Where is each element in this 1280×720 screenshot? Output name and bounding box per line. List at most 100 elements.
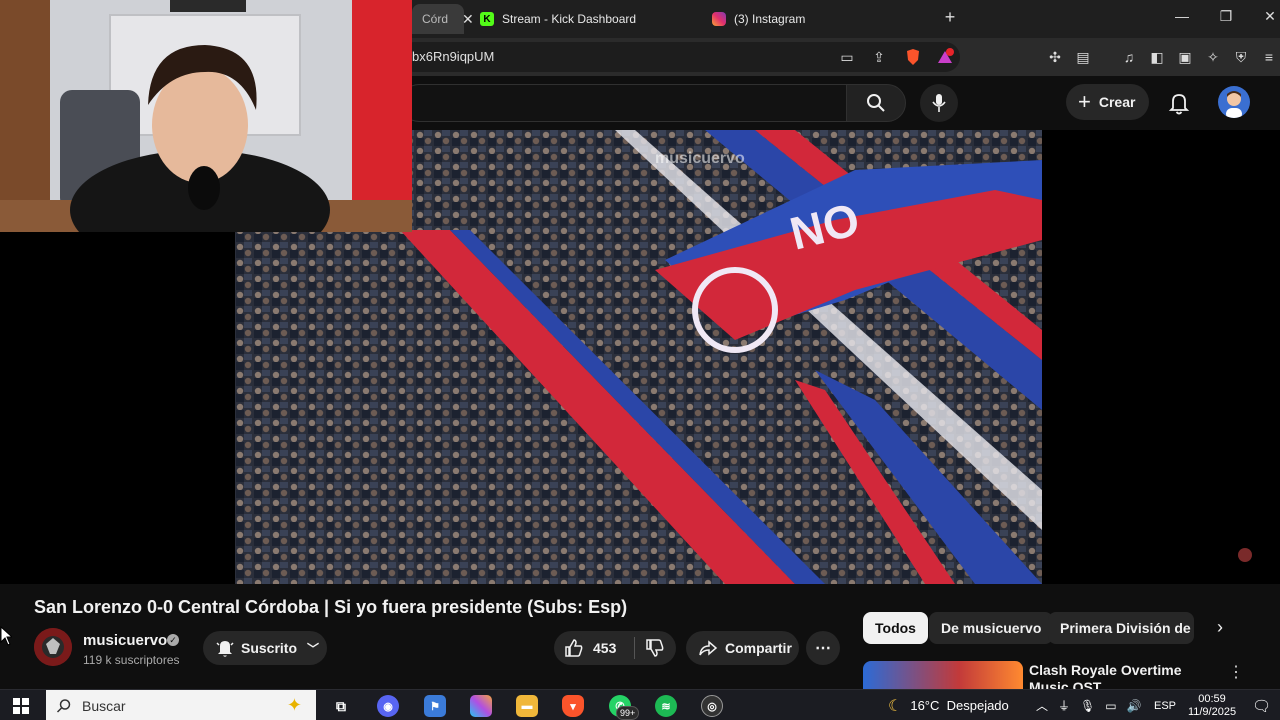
discord-icon[interactable]: ◉ (377, 695, 399, 717)
obs-icon[interactable]: ◎ (701, 695, 723, 717)
sidebar-icon[interactable]: ◧ (1148, 48, 1166, 66)
clock-time: 00:59 (1198, 693, 1226, 705)
like-count: 453 (593, 640, 617, 656)
recommendation-title[interactable]: Clash Royale Overtime Music OST (1029, 662, 1219, 690)
tab-label: Stream - Kick Dashboard (502, 12, 637, 26)
channel-avatar[interactable] (34, 628, 72, 666)
plus-icon: + (1078, 89, 1091, 114)
share-button[interactable]: Compartir (686, 631, 799, 665)
search-input[interactable] (400, 84, 846, 122)
close-window-icon[interactable]: ✕ (1260, 8, 1280, 25)
extensions-icon[interactable]: ✣ (1046, 48, 1064, 66)
volume-icon: 🔊 (1126, 698, 1142, 713)
video-title: San Lorenzo 0-0 Central Córdoba | Si yo … (34, 597, 628, 617)
file-explorer-icon[interactable]: ▬ (516, 695, 538, 717)
reader-icon[interactable]: ▤ (1074, 48, 1092, 66)
menu-icon[interactable]: ≡ (1260, 48, 1278, 66)
player-logo-icon[interactable] (1238, 548, 1252, 562)
url-text: bx6Rn9iqpUM (412, 49, 495, 64)
moon-icon: ☾ (888, 697, 903, 715)
create-button[interactable]: + Crear (1066, 84, 1150, 120)
chevron-down-icon: ﹀ (307, 641, 320, 656)
chip-de-musicuervo[interactable]: De musicuervo (929, 612, 1054, 644)
kick-icon: K (480, 12, 494, 26)
spotify-icon[interactable]: ≋ (655, 695, 677, 717)
webcam-scene (0, 0, 412, 232)
windows-start-icon[interactable] (13, 698, 29, 719)
subscribed-button[interactable]: Suscrito ﹀ (203, 631, 327, 665)
cast-icon[interactable]: ▭ (838, 48, 856, 66)
clock[interactable]: 00:59 11/9/2025 (1186, 693, 1238, 719)
network-icon: ▭ (1105, 698, 1117, 713)
more-vertical-icon[interactable]: ⋮ (1228, 662, 1244, 682)
music-icon[interactable]: ♫ (1120, 48, 1138, 66)
like-dislike-group: 453 (554, 631, 676, 665)
share-page-icon[interactable]: ⇪ (870, 48, 888, 66)
input-language[interactable]: ESP (1154, 690, 1176, 720)
search-button[interactable] (846, 84, 906, 122)
tab-instagram[interactable]: (3) Instagram (712, 4, 805, 34)
clock-date: 11/9/2025 (1187, 706, 1237, 718)
notifications-button[interactable] (1166, 90, 1192, 116)
channel-watermark: musicuervo (655, 150, 745, 167)
account-avatar[interactable] (1218, 86, 1250, 118)
thumbs-up-icon (565, 639, 583, 657)
brave-browser-icon[interactable]: ▾ (562, 695, 584, 717)
vpn-icon[interactable]: ⛨ (1232, 48, 1250, 66)
microphone-tray-icon: 🎙 (1080, 698, 1096, 713)
copilot-icon[interactable] (470, 695, 492, 717)
new-tab-button[interactable]: + (940, 7, 960, 28)
weather-text: 16°C Despejado (910, 698, 1009, 713)
share-label: Compartir (725, 640, 792, 656)
chevron-right-icon[interactable]: › (1210, 617, 1230, 641)
chevron-up-icon: ︿ (1036, 699, 1049, 713)
close-tab-icon[interactable]: ✕ (462, 11, 474, 28)
subscribed-label: Suscrito (241, 640, 298, 656)
task-view-icon[interactable]: ⧉ (330, 695, 352, 717)
wallet-icon[interactable]: ▣ (1176, 48, 1194, 66)
chip-todos[interactable]: Todos (863, 612, 928, 644)
game-app-icon[interactable]: ⚑ (424, 695, 446, 717)
verified-check-icon: ✓ (167, 634, 179, 646)
leo-ai-icon[interactable]: ✧ (1204, 48, 1222, 66)
chip-primera-division[interactable]: Primera División de Ar (1048, 612, 1194, 644)
thumbs-down-icon (646, 639, 664, 657)
dislike-button[interactable] (635, 638, 675, 658)
instagram-icon (712, 12, 726, 26)
recommendation-thumbnail[interactable] (863, 661, 1023, 689)
channel-name[interactable]: musicuervo (83, 632, 167, 649)
tab-label: Córd (422, 12, 449, 26)
more-horizontal-icon: ⋯ (815, 640, 831, 657)
notification-center-icon[interactable]: 🗨 (1252, 697, 1271, 715)
screen: Córd ✕ K Stream - Kick Dashboard (3) Ins… (0, 0, 1280, 720)
brave-shield-icon[interactable] (904, 48, 922, 66)
microphone-icon (932, 94, 946, 112)
webcam-overlay (0, 0, 412, 232)
chip-label: De musicuervo (941, 620, 1042, 636)
minimize-icon[interactable]: — (1172, 8, 1192, 24)
chip-label: Primera División de Ar (1060, 620, 1194, 636)
weather-widget[interactable]: ☾ 16°C Despejado (888, 690, 1009, 720)
share-arrow-icon (699, 640, 718, 656)
mouse-cursor-icon (0, 625, 14, 651)
usb-icon: ⏚ (1058, 699, 1071, 713)
bell-icon (1168, 94, 1190, 115)
restore-icon[interactable]: ❐ (1216, 8, 1236, 25)
like-button[interactable]: 453 (554, 638, 634, 658)
chip-label: Todos (875, 620, 916, 636)
whatsapp-badge: 99+ (616, 706, 640, 720)
bell-filled-icon (216, 641, 234, 657)
brave-rewards-icon[interactable] (936, 48, 954, 66)
sparkle-icon: ✦ (286, 695, 302, 715)
voice-search-button[interactable] (920, 84, 958, 122)
tab-kick-dashboard[interactable]: K Stream - Kick Dashboard (480, 4, 636, 34)
create-label: Crear (1098, 94, 1136, 110)
search-icon (56, 698, 71, 713)
tab-youtube[interactable]: Córd ✕ (412, 4, 474, 34)
taskbar-search-placeholder: Buscar (82, 697, 126, 714)
more-actions-button[interactable]: ⋯ (806, 631, 840, 665)
system-tray[interactable]: ︿ ⏚ 🎙 ▭ 🔊 (1036, 690, 1152, 720)
taskbar-search-input[interactable]: Buscar ✦ (46, 690, 316, 720)
subscriber-count: 119 k suscriptores (83, 653, 180, 667)
search-icon (867, 94, 885, 112)
